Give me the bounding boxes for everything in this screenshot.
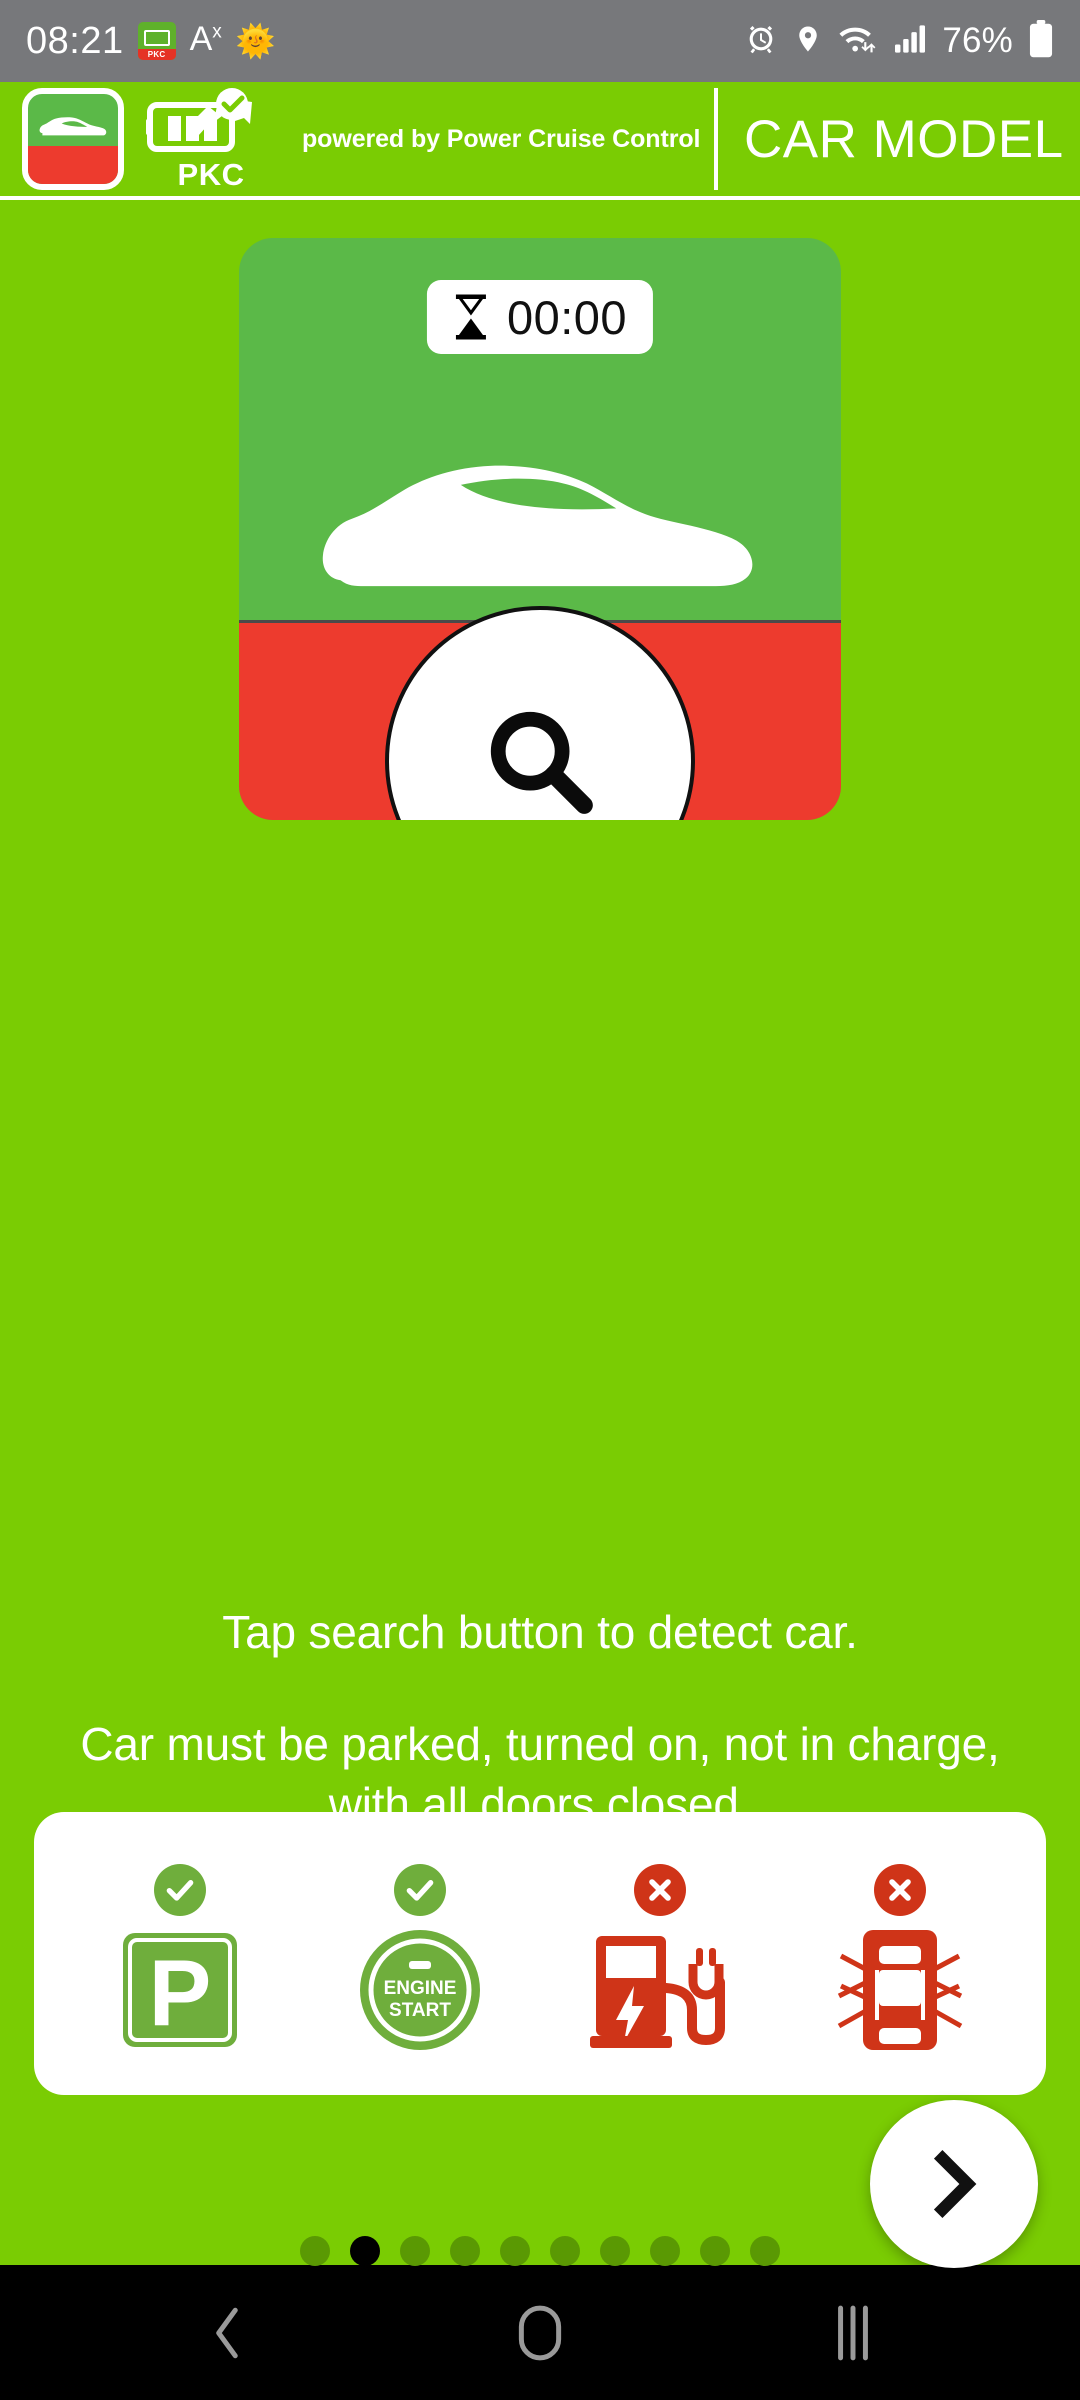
svg-text:P: P — [149, 1940, 212, 2045]
pager-dot[interactable] — [700, 2236, 730, 2266]
app-icon-red-band — [28, 146, 118, 184]
pkc-app-icon — [22, 88, 124, 190]
pager-dot[interactable] — [750, 2236, 780, 2266]
pager-dot[interactable] — [400, 2236, 430, 2266]
nav-back-button[interactable] — [152, 2265, 302, 2400]
status-bar-left: 08:21 PKC Ax 🌞 — [26, 20, 276, 63]
location-icon — [793, 22, 823, 61]
check-icon — [154, 1864, 206, 1916]
pager-dot[interactable] — [350, 2236, 380, 2266]
instructions-block: Tap search button to detect car. Car mus… — [0, 1607, 1080, 1835]
condition-not-charging — [575, 1851, 745, 2056]
app-icon-car-glyph — [39, 117, 107, 136]
pager-dots[interactable] — [0, 2236, 1080, 2266]
text-size-icon: Ax — [189, 20, 222, 58]
main-content: 00:00 Tap search button to detect car. C… — [0, 200, 1080, 2268]
back-icon — [215, 2307, 238, 2358]
cross-icon — [874, 1864, 926, 1916]
detection-timer: 00:00 — [426, 280, 654, 354]
home-icon — [518, 2305, 562, 2360]
tray-icon-label: PKC — [137, 49, 176, 60]
status-bar-clock: 08:21 — [26, 19, 124, 62]
car-detection-card: 00:00 — [239, 238, 841, 820]
instruction-primary: Tap search button to detect car. — [222, 1606, 858, 1658]
pager-dot[interactable] — [600, 2236, 630, 2266]
conditions-card: P ENGINE START — [34, 1812, 1046, 2095]
detection-timer-value: 00:00 — [506, 290, 628, 344]
status-bar: 08:21 PKC Ax 🌞 76% — [0, 0, 1080, 82]
powered-by-label: powered by Power Cruise Control — [302, 124, 701, 153]
svg-text:START: START — [389, 2000, 451, 2021]
sun-emoji-icon: 🌞 — [235, 23, 276, 59]
alarm-icon — [744, 22, 778, 61]
car-doors-open-icon — [835, 1924, 965, 2056]
condition-parked: P — [95, 1851, 265, 2056]
tray-battery-glyph — [143, 29, 170, 46]
pkc-logo-block: PKC — [146, 88, 276, 190]
app-screen: 08:21 PKC Ax 🌞 76% PKC powered by Power … — [0, 0, 1080, 2400]
battery-percent-label: 76% — [942, 21, 1013, 60]
pkc-app-tray-icon: PKC — [137, 22, 176, 60]
page-title: CAR MODEL — [744, 109, 1064, 169]
header-brand-area: PKC powered by Power Cruise Control — [0, 82, 718, 196]
pkc-wordmark: PKC — [177, 157, 245, 192]
engine-start-button-icon: ENGINE START — [358, 1924, 482, 2056]
wifi-icon — [838, 22, 878, 61]
svg-text:ENGINE: ENGINE — [384, 1978, 457, 1999]
condition-engine-on: ENGINE START — [335, 1851, 505, 2056]
signal-icon — [893, 24, 927, 59]
ev-charging-station-icon — [590, 1924, 730, 2056]
condition-doors-closed — [815, 1851, 985, 2056]
status-bar-right: 76% — [744, 19, 1054, 63]
app-header: PKC powered by Power Cruise Control CAR … — [0, 82, 1080, 200]
pager-dot[interactable] — [550, 2236, 580, 2266]
pkc-battery-badge-icon — [146, 88, 276, 158]
pager-dot[interactable] — [300, 2236, 330, 2266]
pager-dot[interactable] — [650, 2236, 680, 2266]
hourglass-icon — [455, 294, 486, 340]
search-icon — [490, 711, 593, 814]
car-side-silhouette — [322, 465, 753, 587]
nav-home-button[interactable] — [465, 2265, 615, 2400]
parking-sign-icon: P — [120, 1924, 240, 2056]
pager-dot[interactable] — [500, 2236, 530, 2266]
header-title-area: CAR MODEL — [718, 109, 1080, 170]
recents-icon — [838, 2305, 869, 2360]
pager-dot[interactable] — [450, 2236, 480, 2266]
check-icon — [394, 1864, 446, 1916]
cross-icon — [634, 1864, 686, 1916]
android-nav-bar — [0, 2265, 1080, 2400]
chevron-right-icon — [933, 2150, 977, 2218]
nav-recents-button[interactable] — [778, 2265, 928, 2400]
battery-icon — [1028, 19, 1054, 63]
